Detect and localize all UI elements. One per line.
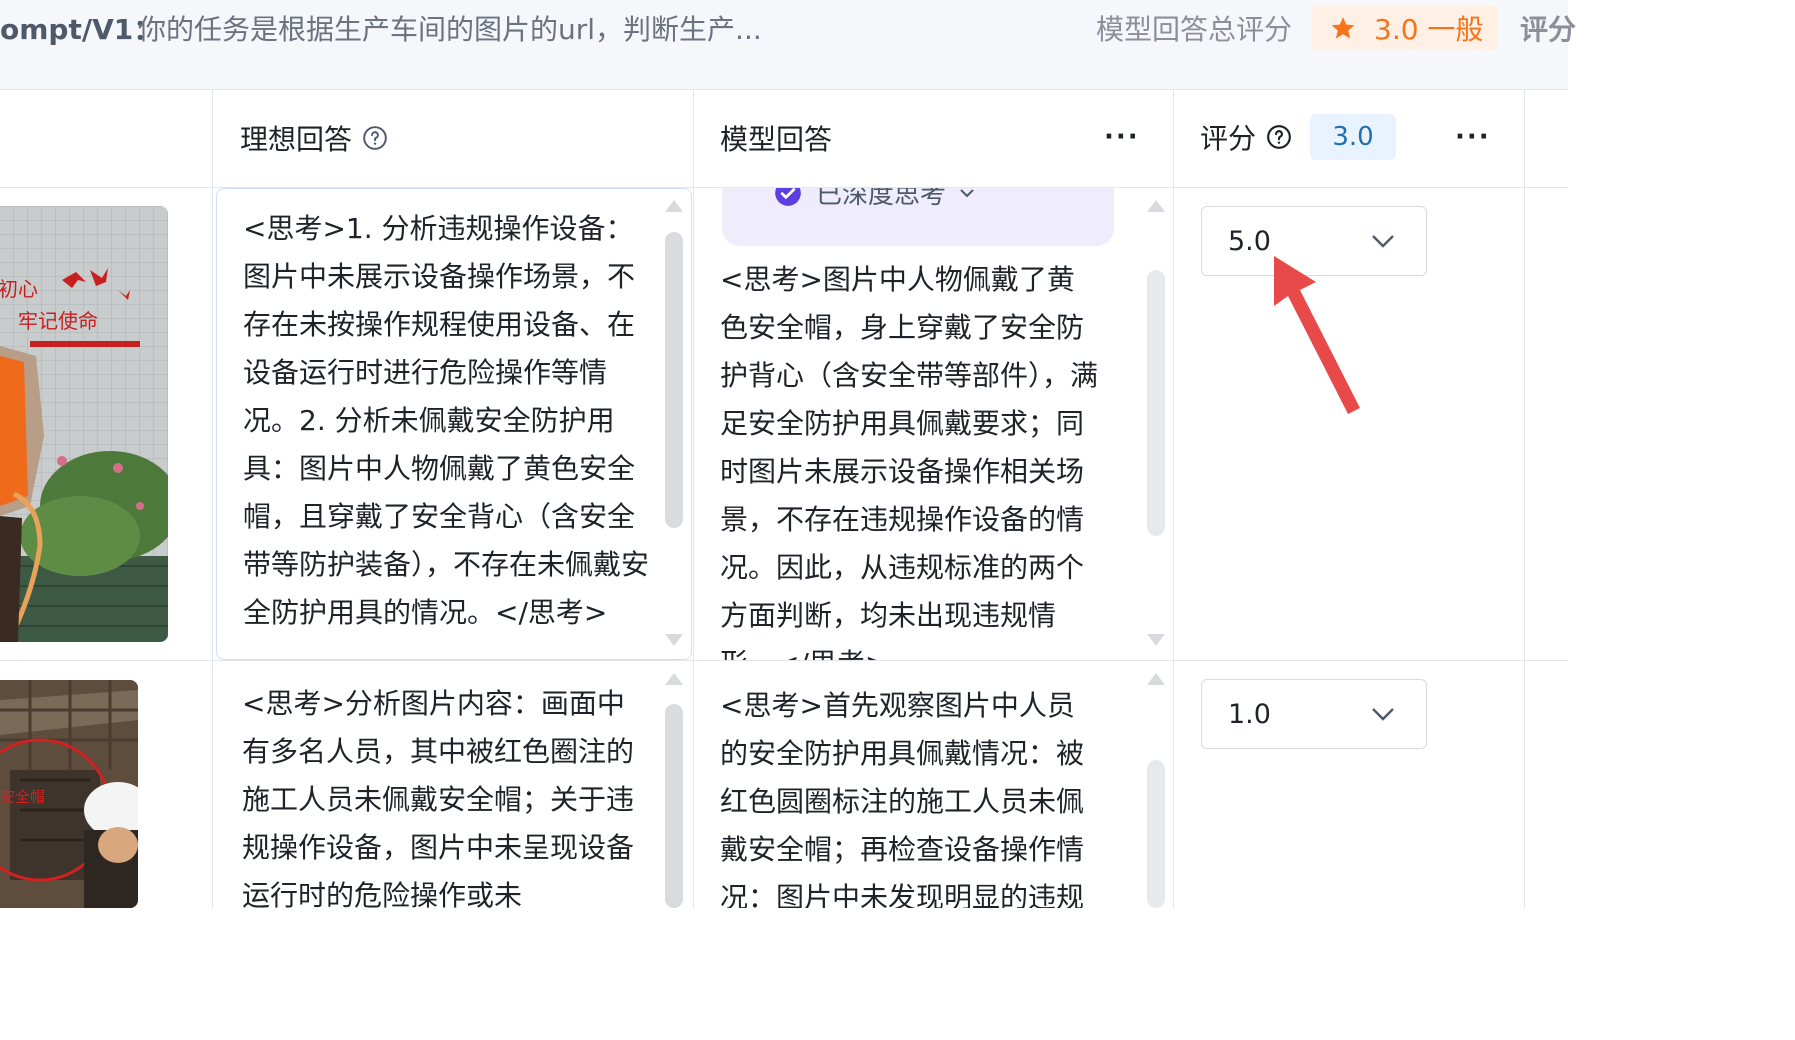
help-icon[interactable] xyxy=(362,125,388,151)
scroll-up-arrow[interactable] xyxy=(1147,673,1165,685)
column-header-score: 评分 3.0 xyxy=(1200,114,1397,160)
overall-score-value: 3.0 一般 xyxy=(1374,13,1484,46)
scroll-up-arrow[interactable] xyxy=(665,200,683,212)
workshop-photo-1[interactable]: 初心 牢记使命 xyxy=(0,206,168,642)
help-icon[interactable] xyxy=(1266,124,1292,150)
model-answer-text: <思考>首先观察图片中人员的安全防护用具佩戴情况：被红色圆圈标注的施工人员未佩戴… xyxy=(720,689,1085,908)
average-score-badge: 3.0 xyxy=(1310,114,1397,160)
chevron-down-icon xyxy=(960,188,974,197)
score-select[interactable]: 1.0 xyxy=(1201,679,1427,749)
scroll-down-arrow[interactable] xyxy=(1147,634,1165,646)
column-divider xyxy=(1524,90,1525,908)
scroll-up-arrow[interactable] xyxy=(1147,200,1165,212)
scrollbar-thumb[interactable] xyxy=(665,704,683,908)
scroll-down-arrow[interactable] xyxy=(665,634,683,646)
column-divider xyxy=(212,90,213,908)
red-annotation-arrow xyxy=(1274,256,1360,414)
column-divider xyxy=(693,90,694,908)
score-header-label: 评分 xyxy=(1200,122,1257,155)
deep-thinking-label: 已深度思考 xyxy=(816,188,947,210)
ideal-answer-text: <思考>1. 分析违规操作设备：图片中未展示设备操作场景，不存在未按操作规程使用… xyxy=(216,188,692,660)
model-header-label: 模型回答 xyxy=(720,123,833,156)
model-answer-text: <思考>图片中人物佩戴了黄色安全帽，身上穿戴了安全防护背心（含安全带等部件），满… xyxy=(720,263,1099,660)
more-icon[interactable]: ··· xyxy=(1455,122,1491,152)
column-divider xyxy=(1173,90,1174,908)
overall-score-label: 模型回答总评分 xyxy=(1096,13,1293,46)
chevron-down-icon xyxy=(1372,708,1394,721)
scrollbar-thumb[interactable] xyxy=(1147,270,1165,536)
prompt-preview-text[interactable]: 你的任务是根据生产车间的图片的url，判断生产... xyxy=(138,8,762,48)
image-label-helmet: 安全帽 xyxy=(0,788,45,806)
overall-score-badge: 3.0 一般 xyxy=(1312,6,1498,50)
score-tab-label[interactable]: 评分 xyxy=(1520,8,1576,48)
ideal-header-label: 理想回答 xyxy=(240,123,353,156)
ideal-answer-text: <思考>分析图片内容：画面中有多名人员，其中被红色圈注的施工人员未佩戴安全帽；关… xyxy=(242,687,635,908)
deep-thinking-chip[interactable]: 已深度思考 xyxy=(722,188,1114,246)
column-header-model: 模型回答 xyxy=(720,118,832,158)
banner-text-2: 牢记使命 xyxy=(18,309,98,333)
score-select-value: 1.0 xyxy=(1228,698,1271,730)
check-circle-icon xyxy=(775,188,801,206)
scrollbar-thumb[interactable] xyxy=(665,232,683,528)
column-header-ideal: 理想回答 xyxy=(240,118,388,158)
row-divider xyxy=(0,660,1568,661)
chevron-down-icon xyxy=(1372,235,1394,248)
top-bar: ompt/V1： 你的任务是根据生产车间的图片的url，判断生产... 模型回答… xyxy=(0,0,1576,90)
scroll-up-arrow[interactable] xyxy=(665,673,683,685)
workshop-photo-2[interactable]: 安全帽 xyxy=(0,680,138,908)
banner-text-1: 初心 xyxy=(0,277,38,301)
scrollbar-thumb[interactable] xyxy=(1147,760,1165,908)
more-icon[interactable]: ··· xyxy=(1104,122,1140,152)
star-icon xyxy=(1331,17,1355,39)
